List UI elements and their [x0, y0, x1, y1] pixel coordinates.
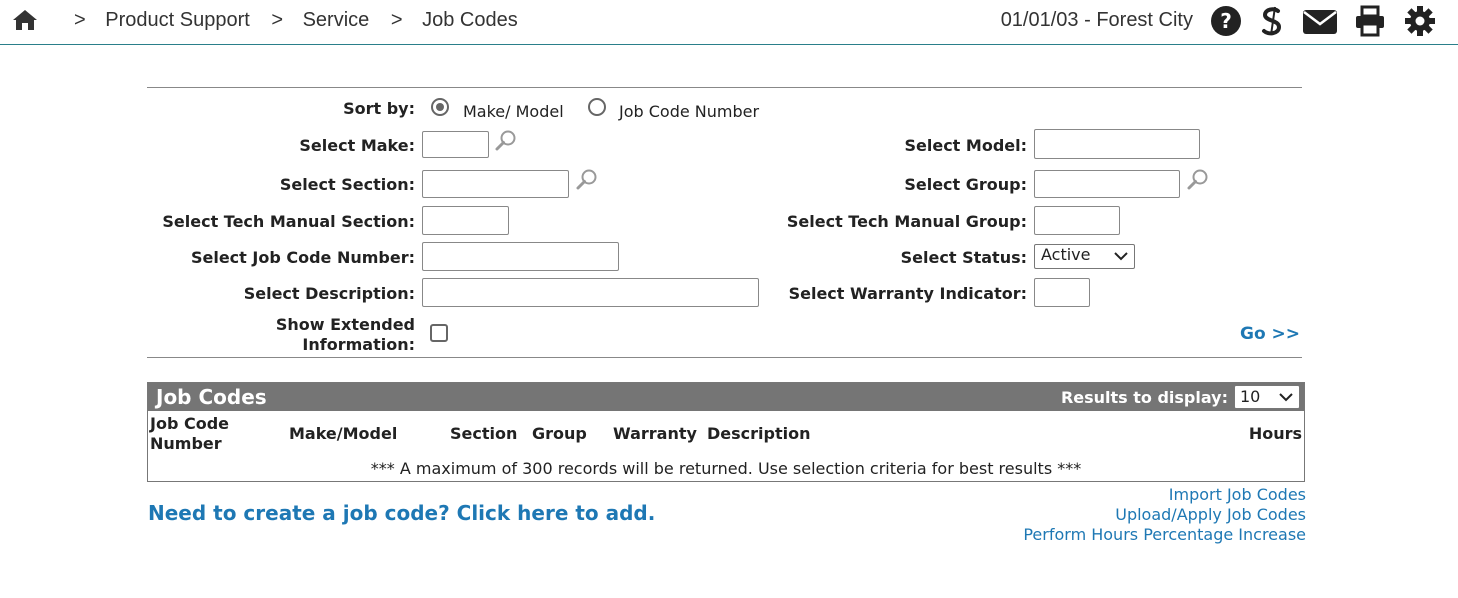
show-extended-info-label: Show Extended Information:	[276, 315, 415, 355]
dealer-location[interactable]: 01/01/03 - Forest City	[1001, 9, 1193, 32]
select-description-label: Select Description:	[243, 284, 415, 303]
tech-manual-section-input[interactable]	[422, 206, 509, 235]
show-extended-info-checkbox[interactable]	[430, 324, 448, 342]
tech-manual-group-input[interactable]	[1034, 206, 1120, 235]
job-code-number-input[interactable]	[422, 242, 619, 271]
results-header-bar: Job Codes Results to display: 10	[148, 383, 1304, 411]
section-input[interactable]	[422, 170, 569, 198]
breadcrumb-product-support[interactable]: Product Support	[105, 9, 250, 31]
print-icon[interactable]	[1354, 5, 1386, 37]
col-job-code-number-line2: Number	[150, 434, 222, 453]
breadcrumb-separator: >	[271, 9, 284, 31]
sort-make-model-radio[interactable]	[431, 98, 449, 116]
sort-job-code-radio[interactable]	[588, 98, 606, 116]
col-description[interactable]: Description	[707, 424, 810, 444]
warranty-indicator-label: Select Warranty Indicator:	[788, 284, 1027, 303]
make-search-icon[interactable]	[494, 129, 518, 153]
results-title: Job Codes	[156, 385, 267, 409]
import-job-codes-link[interactable]: Import Job Codes	[1169, 485, 1306, 504]
make-input[interactable]	[422, 131, 489, 158]
hours-percentage-increase-link[interactable]: Perform Hours Percentage Increase	[1023, 525, 1306, 544]
select-status-label: Select Status:	[900, 248, 1027, 267]
mail-icon[interactable]	[1302, 5, 1338, 37]
col-job-code-number[interactable]: Job Code Number	[150, 414, 229, 454]
chevron-down-icon	[1279, 393, 1293, 402]
s-icon[interactable]	[1256, 5, 1288, 37]
show-extended-info-line2: Information:	[302, 335, 415, 354]
tech-manual-section-label: Select Tech Manual Section:	[162, 212, 415, 231]
results-to-display-select[interactable]: 10	[1234, 385, 1300, 409]
select-group-label: Select Group:	[904, 175, 1027, 194]
form-top-divider	[147, 87, 1302, 88]
col-make-model[interactable]: Make/Model	[289, 424, 397, 444]
sort-by-label: Sort by:	[343, 99, 415, 118]
results-to-display-label: Results to display:	[1060, 388, 1228, 407]
col-hours[interactable]: Hours	[1249, 424, 1302, 444]
warranty-indicator-input[interactable]	[1034, 278, 1090, 307]
form-bottom-divider	[147, 357, 1302, 358]
breadcrumb-separator: >	[74, 9, 86, 31]
group-search-icon[interactable]	[1186, 168, 1210, 192]
gear-icon[interactable]	[1404, 5, 1436, 37]
upload-apply-job-codes-link[interactable]: Upload/Apply Job Codes	[1115, 505, 1306, 524]
tech-manual-group-label: Select Tech Manual Group:	[786, 212, 1027, 231]
col-job-code-number-line1: Job Code	[150, 414, 230, 433]
breadcrumb-separator: >	[390, 9, 403, 31]
col-group[interactable]: Group	[532, 424, 587, 444]
model-input[interactable]	[1034, 129, 1200, 159]
col-warranty[interactable]: Warranty	[613, 424, 697, 444]
go-button[interactable]: Go >>	[1240, 324, 1300, 344]
results-to-display-value: 10	[1240, 387, 1261, 406]
job-codes-results-panel: Job Codes Results to display: 10 Job Cod…	[147, 382, 1305, 482]
breadcrumb-service[interactable]: Service	[303, 9, 370, 31]
chevron-down-icon	[1114, 252, 1128, 261]
group-input[interactable]	[1034, 170, 1180, 198]
home-icon[interactable]	[12, 8, 38, 32]
svg-text:?: ?	[1220, 9, 1232, 33]
breadcrumb-job-codes: Job Codes	[422, 9, 518, 31]
select-model-label: Select Model:	[904, 136, 1027, 155]
help-icon[interactable]: ?	[1210, 5, 1242, 37]
status-value: Active	[1041, 245, 1091, 264]
description-input[interactable]	[422, 278, 759, 307]
sort-job-code-label: Job Code Number	[619, 102, 760, 121]
breadcrumb: > Product Support > Service > Job Codes	[74, 9, 534, 32]
add-job-code-link[interactable]: Need to create a job code? Click here to…	[148, 501, 655, 525]
status-select[interactable]: Active	[1034, 244, 1135, 269]
job-code-number-label: Select Job Code Number:	[190, 248, 415, 267]
select-section-label: Select Section:	[279, 175, 415, 194]
select-make-label: Select Make:	[299, 136, 415, 155]
sort-make-model-label: Make/ Model	[463, 102, 564, 121]
top-bar: > Product Support > Service > Job Codes …	[0, 0, 1458, 45]
section-search-icon[interactable]	[575, 168, 599, 192]
show-extended-info-line1: Show Extended	[275, 315, 415, 334]
max-records-note: *** A maximum of 300 records will be ret…	[370, 459, 1082, 478]
col-section[interactable]: Section	[450, 424, 517, 444]
